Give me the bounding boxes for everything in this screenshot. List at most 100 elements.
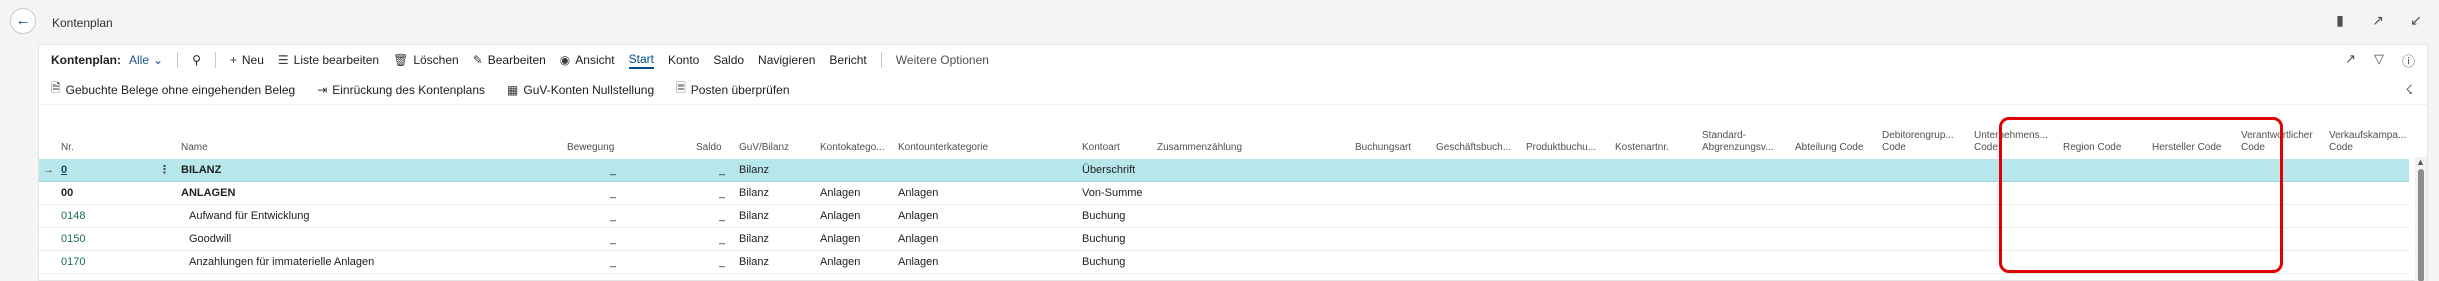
- indent-icon: ⇥: [317, 82, 328, 97]
- filter-icon[interactable]: ▽: [2374, 51, 2384, 70]
- cell-nr[interactable]: 0170: [61, 251, 85, 274]
- cell-kontounterkategorie: Anlagen: [898, 233, 939, 245]
- column-header-kontoart[interactable]: Kontoart: [1082, 117, 1142, 157]
- posted-docs-button[interactable]: 🗎 Gebuchte Belege ohne eingehenden Beleg: [51, 79, 295, 100]
- cell-kontounterkategorie: Anlagen: [898, 187, 939, 199]
- indent-chart-button[interactable]: ⇥ Einrückung des Kontenplans: [317, 83, 485, 97]
- check-entries-button[interactable]: 🗏 Posten überprüfen: [676, 79, 789, 100]
- column-header-kontokategorie[interactable]: Kontokatego...: [820, 117, 892, 157]
- promoted-actions: 🗎 Gebuchte Belege ohne eingehenden Beleg …: [39, 75, 2427, 105]
- tab-konto[interactable]: Konto: [668, 53, 699, 67]
- edit-button[interactable]: ✎ Bearbeiten: [473, 53, 546, 67]
- view-label-text: Ansicht: [575, 53, 615, 67]
- tab-saldo[interactable]: Saldo: [713, 53, 744, 67]
- scrollbar-thumb[interactable]: [2418, 169, 2424, 281]
- view-label: Kontenplan:: [51, 53, 121, 67]
- chevron-down-icon: ⌄: [153, 53, 164, 67]
- cell-guv: Bilanz: [739, 210, 769, 222]
- column-header-kostenartnr[interactable]: Kostenartnr.: [1615, 117, 1675, 157]
- separator: [214, 52, 216, 68]
- column-header-geschaeftsbuchung[interactable]: Geschäftsbuch...: [1436, 117, 1511, 157]
- cell-saldo[interactable]: _: [719, 182, 725, 205]
- cell-name: Aufwand für Entwicklung: [189, 210, 310, 222]
- cell-nr[interactable]: 0150: [61, 228, 85, 251]
- highlight-annotation-box: [1999, 117, 2283, 273]
- cell-kontounterkategorie: Anlagen: [898, 256, 939, 268]
- cell-bewegung[interactable]: _: [610, 228, 616, 251]
- cell-kontoart: Von-Summe: [1082, 187, 1143, 199]
- cell-kontoart: Buchung: [1082, 233, 1126, 245]
- scroll-up-icon[interactable]: ▲: [2416, 157, 2425, 167]
- vertical-scrollbar[interactable]: ▲: [2415, 157, 2427, 281]
- column-header-produktbuchung[interactable]: Produktbuchu...: [1526, 117, 1598, 157]
- search-icon[interactable]: ⚲: [192, 53, 201, 67]
- delete-button[interactable]: 🗑 Löschen: [393, 53, 459, 67]
- edit-list-label: Liste bearbeiten: [293, 53, 380, 67]
- cell-nr[interactable]: 0: [61, 159, 67, 182]
- column-header-kontounterkategorie[interactable]: Kontounterkategorie: [898, 117, 1008, 157]
- column-header-standard-abgrenzung[interactable]: Standard-Abgrenzungsv...: [1702, 117, 1774, 157]
- cell-kontoart: Überschrift: [1082, 164, 1136, 176]
- new-button[interactable]: + Neu: [230, 53, 264, 67]
- content-panel: Kontenplan: Alle ⌄ ⚲ + Neu ☰ Liste bearbeit…: [38, 44, 2428, 281]
- column-header-saldo[interactable]: Saldo: [696, 117, 736, 157]
- tab-report[interactable]: Bericht: [829, 53, 866, 67]
- delete-label: Löschen: [413, 53, 459, 67]
- cell-name: Anzahlungen für immaterielle Anlagen: [189, 256, 375, 268]
- share-icon[interactable]: ↗: [2345, 51, 2356, 70]
- posted-docs-label: Gebuchte Belege ohne eingehenden Beleg: [65, 82, 296, 97]
- column-header-abteilung-code[interactable]: Abteilung Code: [1795, 117, 1865, 157]
- column-header-guv[interactable]: GuV/Bilanz: [739, 117, 794, 157]
- edit-label: Bearbeiten: [487, 53, 546, 67]
- cell-kontokategorie: Anlagen: [820, 256, 861, 268]
- cell-bewegung[interactable]: _: [610, 205, 616, 228]
- cell-nr[interactable]: 0148: [61, 205, 85, 228]
- action-bar: Kontenplan: Alle ⌄ ⚲ + Neu ☰ Liste bearbeit…: [39, 45, 2427, 75]
- info-icon[interactable]: ⓘ: [2402, 51, 2415, 70]
- check-entries-label: Posten überprüfen: [690, 82, 790, 97]
- cell-bewegung[interactable]: _: [610, 251, 616, 274]
- title-bar: ← Kontenplan ▮ ↗ ↙: [0, 0, 2439, 44]
- open-new-window-icon[interactable]: ↗: [2369, 12, 2387, 29]
- document-icon: 🗎: [51, 81, 61, 95]
- view-filter-value: Alle: [129, 53, 150, 67]
- cell-saldo[interactable]: _: [719, 251, 725, 274]
- trash-icon: 🗑: [393, 53, 409, 67]
- tab-navigate[interactable]: Navigieren: [758, 53, 815, 67]
- view-button[interactable]: ◉ Ansicht: [560, 53, 615, 67]
- column-header-zusammenzaehlung[interactable]: Zusammenzählung: [1157, 117, 1257, 157]
- row-menu-icon[interactable]: ⋮: [159, 159, 170, 182]
- cell-guv: Bilanz: [739, 233, 769, 245]
- view-filter-dropdown[interactable]: Alle ⌄: [129, 53, 163, 67]
- actionbar-right: ↗ ▽ ⓘ: [2345, 51, 2415, 70]
- cell-name: ANLAGEN: [181, 187, 236, 199]
- list-edit-icon: ☰: [277, 53, 289, 67]
- cell-kontoart: Buchung: [1082, 256, 1126, 268]
- separator: [177, 52, 179, 68]
- cell-saldo[interactable]: _: [719, 205, 725, 228]
- cell-bewegung[interactable]: _: [610, 159, 616, 182]
- column-header-name[interactable]: Name: [181, 117, 381, 157]
- back-arrow-icon[interactable]: ←: [10, 8, 36, 34]
- tab-start[interactable]: Start: [628, 52, 654, 69]
- column-header-verkaufskampagne-code[interactable]: Verkaufskampa... Code: [2329, 117, 2409, 157]
- collapse-icon[interactable]: ↙: [2407, 12, 2425, 29]
- pencil-icon: ✎: [472, 53, 483, 67]
- column-header-nr[interactable]: Nr.: [61, 117, 121, 157]
- column-header-bewegung[interactable]: Bewegung: [567, 117, 627, 157]
- cell-saldo[interactable]: _: [719, 228, 725, 251]
- column-header-debitorengruppe-code[interactable]: Debitorengrup... Code: [1882, 117, 1962, 157]
- cell-nr[interactable]: 00: [61, 182, 73, 205]
- close-income-button[interactable]: ▦ GuV-Konten Nullstellung: [507, 83, 654, 97]
- cell-bewegung[interactable]: _: [610, 182, 616, 205]
- more-options-button[interactable]: Weitere Optionen: [896, 53, 989, 67]
- bookmark-icon[interactable]: ▮: [2331, 12, 2349, 29]
- document-check-icon: 🗏: [676, 81, 686, 95]
- pin-icon[interactable]: ☇: [2406, 82, 2413, 98]
- edit-list-button[interactable]: ☰ Liste bearbeiten: [278, 53, 379, 67]
- cell-saldo[interactable]: _: [719, 159, 725, 182]
- cell-kontokategorie: Anlagen: [820, 210, 861, 222]
- indent-chart-label: Einrückung des Kontenplans: [332, 82, 486, 97]
- column-header-buchungsart[interactable]: Buchungsart: [1355, 117, 1415, 157]
- cell-guv: Bilanz: [739, 164, 769, 176]
